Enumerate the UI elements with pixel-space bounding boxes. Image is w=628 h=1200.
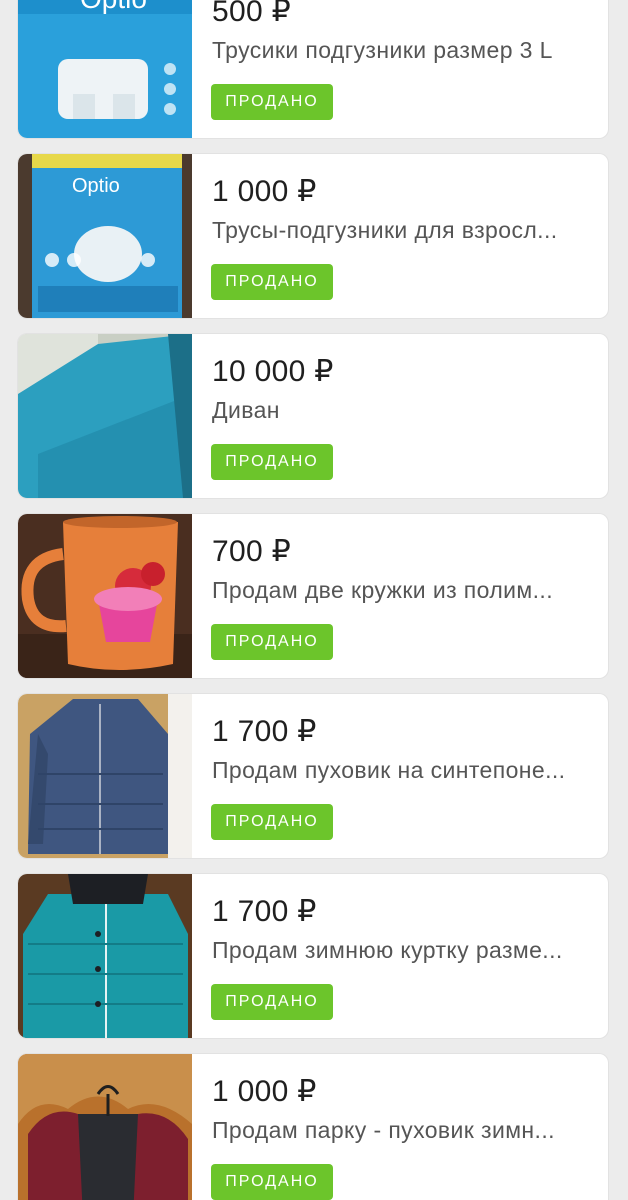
sold-badge: ПРОДАНО xyxy=(211,1164,333,1200)
sold-badge: ПРОДАНО xyxy=(211,804,333,840)
listing-title: Продам две кружки из полим... xyxy=(212,577,554,603)
listing-title: Продам пуховик на синтепоне... xyxy=(212,757,566,783)
listing-price: 500 ₽ xyxy=(212,0,291,28)
svg-text:Optio: Optio xyxy=(72,175,120,197)
listing-card[interactable]: Optio 500 ₽ Трусики подгузники размер 3 … xyxy=(18,0,608,138)
listing-card[interactable]: 1 700 ₽ Продам пуховик на синтепоне... П… xyxy=(18,694,608,858)
listing-card[interactable]: 1 000 ₽ Продам парку - пуховик зимн... П… xyxy=(18,1054,608,1200)
sold-badge: ПРОДАНО xyxy=(211,984,333,1020)
listing-card[interactable]: 700 ₽ Продам две кружки из полим... ПРОД… xyxy=(18,514,608,678)
listing-photo: Optio xyxy=(18,154,192,318)
sold-badge: ПРОДАНО xyxy=(211,84,333,120)
listing-price: 1 700 ₽ xyxy=(212,715,317,748)
listing-price: 1 000 ₽ xyxy=(212,1075,317,1108)
listing-card[interactable]: Optio 1 000 ₽ Трусы-подгузники для взрос… xyxy=(18,154,608,318)
listing-photo xyxy=(18,694,192,858)
listing-price: 1 000 ₽ xyxy=(212,175,317,208)
sold-badge: ПРОДАНО xyxy=(211,624,333,660)
listing-title: Диван xyxy=(212,397,280,423)
listing-price: 700 ₽ xyxy=(212,535,291,568)
listing-photo xyxy=(18,1054,192,1200)
listing-photo xyxy=(18,334,192,498)
listing-photo: Optio xyxy=(18,0,192,138)
listing-title: Продам зимнюю куртку разме... xyxy=(212,937,563,963)
listing-photo xyxy=(18,874,192,1038)
listing-title: Трусики подгузники размер 3 L xyxy=(212,37,553,63)
listing-card[interactable]: 10 000 ₽ Диван ПРОДАНО xyxy=(18,334,608,498)
sold-listings-list: Optio 500 ₽ Трусики подгузники размер 3 … xyxy=(0,0,628,1200)
listing-photo xyxy=(18,514,192,678)
sold-badge: ПРОДАНО xyxy=(211,264,333,300)
listing-title: Продам парку - пуховик зимн... xyxy=(212,1117,555,1143)
listing-title: Трусы-подгузники для взросл... xyxy=(212,217,558,243)
listing-price: 1 700 ₽ xyxy=(212,895,317,928)
listing-price: 10 000 ₽ xyxy=(212,355,334,388)
listing-card[interactable]: 1 700 ₽ Продам зимнюю куртку разме... ПР… xyxy=(18,874,608,1038)
svg-text:Optio: Optio xyxy=(80,0,147,14)
sold-badge: ПРОДАНО xyxy=(211,444,333,480)
